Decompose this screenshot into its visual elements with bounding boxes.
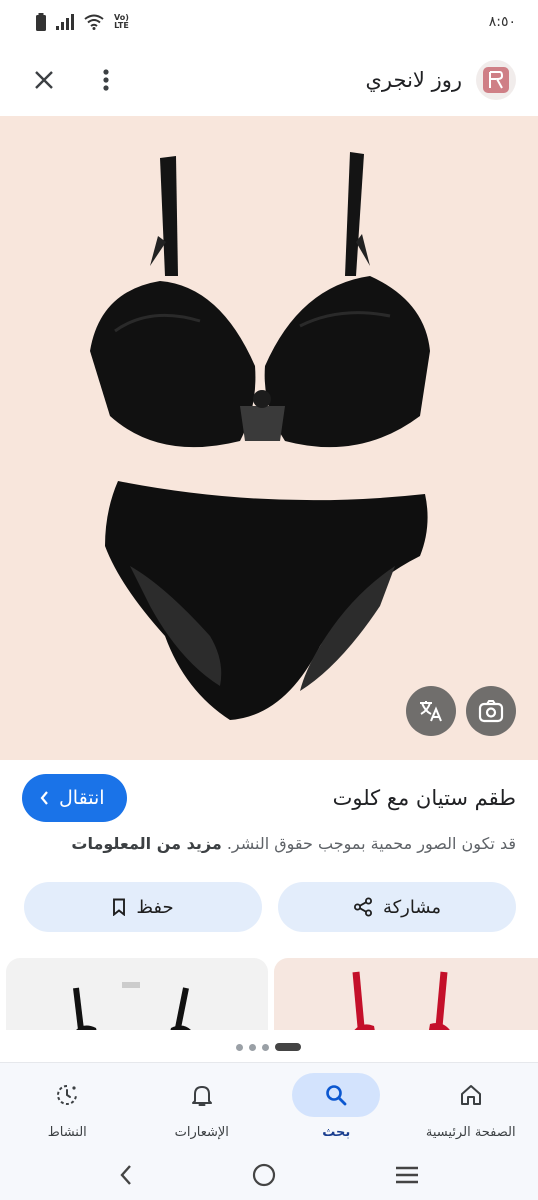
save-button[interactable]: حفظ [24, 882, 262, 932]
close-icon [35, 71, 53, 89]
home-circle-icon [252, 1163, 276, 1187]
share-button[interactable]: مشاركة [278, 882, 516, 932]
rose-lingerie-logo-icon [483, 67, 509, 93]
status-bar: Vo) LTE ٨:٥٠ [0, 0, 538, 44]
pager-dot [249, 1043, 256, 1051]
google-lens-button[interactable] [466, 686, 516, 736]
pager-dot-active [275, 1043, 301, 1051]
google-lens-icon [478, 700, 504, 723]
nav-activity[interactable]: النشاط [0, 1063, 135, 1154]
system-recents-button[interactable] [395, 1165, 419, 1189]
nav-search[interactable]: بحث [269, 1063, 404, 1154]
action-row: مشاركة حفظ [24, 882, 516, 932]
status-time: ٨:٥٠ [488, 14, 516, 30]
nav-search-icon-wrap [292, 1073, 381, 1117]
copyright-text: قد تكون الصور محمية بموجب حقوق النشر. [226, 834, 516, 853]
nav-notifications-label: الإشعارات [174, 1125, 229, 1140]
related-images [6, 958, 538, 1030]
header: روز لانجري [0, 50, 538, 110]
product-info: طقم ستيان مع كلوت انتقال قد تكون الصور م… [0, 772, 538, 853]
nav-home-label: الصفحة الرئيسية [425, 1125, 516, 1140]
recents-icon [395, 1166, 418, 1184]
share-icon [353, 897, 372, 917]
nav-search-label: بحث [322, 1125, 351, 1140]
battery-icon [36, 13, 46, 31]
pager-dot [262, 1043, 269, 1051]
system-back-button[interactable] [119, 1164, 133, 1190]
title-row: طقم ستيان مع كلوت انتقال [22, 772, 516, 824]
translate-button[interactable] [406, 686, 456, 736]
status-icons: Vo) LTE [36, 13, 129, 31]
copyright-notice: قد تكون الصور محمية بموجب حقوق النشر. مز… [22, 834, 516, 853]
more-info-link[interactable]: مزيد من المعلومات [71, 834, 221, 853]
search-icon [326, 1085, 347, 1106]
signal-icon [56, 14, 74, 30]
share-label: مشاركة [382, 896, 442, 918]
wifi-icon [84, 14, 104, 30]
product-image[interactable] [0, 116, 538, 760]
more-vert-icon [103, 69, 109, 91]
translate-icon [420, 701, 442, 722]
site-name[interactable]: روز لانجري [366, 68, 463, 92]
system-nav-bar [0, 1154, 538, 1200]
activity-icon [57, 1085, 78, 1105]
related-black-lingerie-image [73, 982, 191, 1030]
volte-badge-bottom: LTE [114, 21, 129, 30]
system-home-button[interactable] [252, 1163, 276, 1191]
related-image-thumb[interactable] [274, 958, 538, 1030]
related-red-lingerie-image [352, 971, 450, 1030]
bottom-nav: الصفحة الرئيسية بحث الإشعارات النشاط [0, 1062, 538, 1154]
visit-button[interactable]: انتقال [22, 774, 127, 822]
nav-notifications-icon-wrap [158, 1073, 246, 1117]
visit-label: انتقال [59, 787, 105, 809]
more-options-button[interactable] [84, 58, 128, 102]
nav-home[interactable]: الصفحة الرئيسية [404, 1063, 538, 1154]
nav-home-icon-wrap [427, 1073, 515, 1117]
nav-notifications[interactable]: الإشعارات [135, 1063, 270, 1154]
bookmark-icon [113, 898, 126, 916]
chevron-left-icon [40, 791, 48, 805]
pager-dot [236, 1043, 243, 1051]
related-image-thumb[interactable] [6, 958, 268, 1030]
site-logo[interactable] [476, 60, 516, 100]
nav-activity-icon-wrap [23, 1073, 111, 1117]
pager-dots [236, 1043, 301, 1051]
product-title: طقم ستيان مع كلوت [332, 786, 516, 810]
nav-activity-label: النشاط [47, 1125, 87, 1140]
close-button[interactable] [22, 58, 66, 102]
lingerie-set-image [90, 152, 430, 720]
home-icon [460, 1085, 481, 1105]
bell-icon [191, 1086, 212, 1106]
volte-badge: Vo) LTE [114, 14, 129, 30]
save-label: حفظ [136, 896, 174, 918]
back-chevron-icon [120, 1165, 132, 1185]
